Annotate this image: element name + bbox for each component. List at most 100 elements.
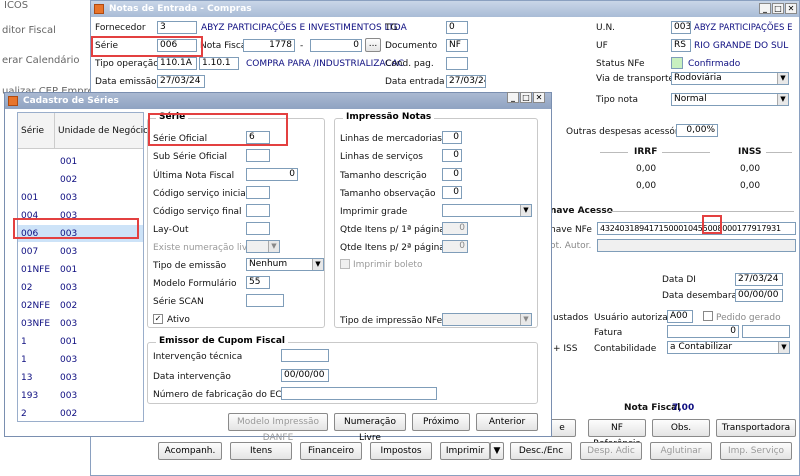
nf-referencia-button[interactable]: NF Referência — [588, 419, 646, 449]
intervencao-field[interactable] — [281, 349, 329, 362]
list-item[interactable]: 2 002 — [18, 405, 143, 422]
maximize-button[interactable]: □ — [772, 3, 784, 14]
tipo-emissao-select[interactable]: Nenhum ▼ — [246, 258, 324, 271]
qtde-itens-2-field: 0 — [442, 240, 468, 253]
layout-label: Lay-Out — [153, 225, 189, 235]
documento-field[interactable]: NF — [446, 39, 468, 52]
serie-scan-field[interactable] — [246, 294, 284, 307]
chevron-down-icon[interactable]: ▼ — [777, 94, 788, 105]
e-button[interactable]: e — [548, 419, 576, 437]
serie-oficial-field[interactable]: 6 — [246, 131, 270, 144]
linhas-mercadorias-field[interactable]: 0 — [442, 131, 462, 144]
chevron-down-icon[interactable]: ▼ — [520, 205, 531, 216]
minimize-button[interactable]: _ — [507, 92, 519, 103]
cod-servico-final-field[interactable] — [246, 204, 270, 217]
data-di-field[interactable]: 27/03/24 — [735, 273, 783, 286]
lookup-button[interactable]: ... — [365, 38, 381, 52]
pedido-gerado-checkbox[interactable] — [703, 311, 713, 321]
uf-code[interactable]: RS — [671, 39, 691, 52]
list-item[interactable]: 02 003 — [18, 279, 143, 296]
inss-line — [766, 152, 792, 153]
layout-field[interactable] — [246, 222, 270, 235]
list-item[interactable]: 13 003 — [18, 369, 143, 386]
data-intervencao-field[interactable]: 00/00/00 — [281, 369, 329, 382]
numeracao-livre-button[interactable]: Numeração Livre — [334, 413, 406, 443]
list-item[interactable]: 02NFE 002 — [18, 297, 143, 314]
list-item[interactable]: 03NFE 003 — [18, 315, 143, 332]
tamanho-observacao-field[interactable]: 0 — [442, 186, 462, 199]
tipo-nota-select[interactable]: Normal ▼ — [671, 93, 789, 106]
list-item[interactable]: 1 003 — [18, 351, 143, 368]
column-unidade-negocio[interactable]: Unidade de Negócio — [58, 126, 149, 136]
linhas-servicos-label: Linhas de serviços — [340, 152, 423, 162]
serie-group-title: Série — [156, 112, 189, 122]
list-item[interactable]: 01NFE 001 — [18, 261, 143, 278]
tamanho-observacao-label: Tamanho observação — [340, 189, 436, 199]
data-desembaraco-field[interactable]: 00/00/00 — [735, 289, 783, 302]
chave-part: 000177917931 — [722, 224, 781, 233]
menu-item[interactable]: erar Calendário — [2, 55, 80, 66]
ativo-checkbox[interactable]: ✓ — [153, 314, 163, 324]
imprimir-button[interactable]: Imprimir — [440, 442, 490, 460]
anterior-button[interactable]: Anterior — [476, 413, 538, 431]
list-item[interactable]: 006 003 — [18, 225, 143, 242]
list-item[interactable]: 1 001 — [18, 333, 143, 350]
via-transporte-select[interactable]: Rodoviária ▼ — [671, 72, 789, 85]
cod-servico-inicial-field[interactable] — [246, 186, 270, 199]
menu-item[interactable]: ICOS — [4, 0, 28, 11]
chevron-down-icon[interactable]: ▼ — [777, 73, 788, 84]
desc-enc-button[interactable]: Desc./Enc — [510, 442, 572, 460]
obs-button[interactable]: Obs. — [652, 419, 710, 437]
list-item[interactable]: 007 003 — [18, 243, 143, 260]
tamanho-descricao-field[interactable]: 0 — [442, 168, 462, 181]
fatura-field[interactable]: 0 — [667, 325, 739, 338]
ultima-nf-field[interactable]: 0 — [246, 168, 298, 181]
app-icon — [94, 4, 104, 14]
tipo-operacao-code[interactable]: 1.10.1 — [199, 57, 239, 70]
unidade-cell: 002 — [60, 175, 78, 185]
num-fabricacao-field[interactable] — [281, 387, 437, 400]
imprimir-dropdown[interactable]: ▼ — [490, 442, 504, 460]
close-button[interactable]: ✕ — [785, 3, 797, 14]
list-item[interactable]: 001 003 — [18, 189, 143, 206]
proximo-button[interactable]: Próximo — [412, 413, 470, 431]
modelo-formulario-field[interactable]: 55 — [246, 276, 270, 289]
serie-field[interactable]: 006 — [157, 39, 197, 52]
column-serie[interactable]: Série — [21, 126, 44, 136]
contabilidade-select[interactable]: a Contabilizar ▼ — [667, 341, 790, 354]
nota-fiscal-seq[interactable]: 0 — [310, 39, 362, 52]
series-list[interactable]: Série Unidade de Negócio 001 002 001 003 004… — [17, 112, 149, 422]
list-item[interactable]: 002 — [18, 171, 143, 188]
sub-serie-field[interactable] — [246, 149, 270, 162]
tipo-operacao-field[interactable]: 110.1A — [157, 57, 197, 70]
data-entrada-field[interactable]: 27/03/24 — [446, 75, 486, 88]
financeiro-button[interactable]: Financeiro — [300, 442, 362, 460]
inss-value: 0,00 — [740, 164, 761, 174]
serie-oficial-label: Série Oficial — [153, 134, 208, 144]
usuario-autorizado-field[interactable]: A00 — [667, 310, 693, 323]
minimize-button[interactable]: _ — [759, 3, 771, 14]
custados-label: ustados — [553, 313, 589, 323]
data-emissao-field[interactable]: 27/03/24 — [157, 75, 205, 88]
fatura-extra[interactable] — [742, 325, 790, 338]
fornecedor-code[interactable]: 3 — [157, 21, 197, 34]
imprimir-grade-select[interactable]: ▼ — [442, 204, 532, 217]
list-item[interactable]: 193 003 — [18, 387, 143, 404]
acompanhamento-button[interactable]: Acompanh. — [158, 442, 222, 460]
menu-item[interactable]: ditor Fiscal — [2, 25, 56, 36]
chave-nfe-field[interactable]: 4324031894171500010455008000177917931 — [597, 222, 796, 235]
list-item[interactable]: 004 003 — [18, 207, 143, 224]
linhas-servicos-field[interactable]: 0 — [442, 149, 462, 162]
maximize-button[interactable]: □ — [520, 92, 532, 103]
cond-pag-field[interactable] — [446, 57, 468, 70]
chevron-down-icon[interactable]: ▼ — [312, 259, 323, 270]
un-code[interactable]: 003 — [671, 21, 691, 34]
chevron-down-icon[interactable]: ▼ — [778, 342, 789, 353]
transportadora-button[interactable]: Transportadora — [716, 419, 796, 437]
tg-field[interactable]: 0 — [446, 21, 468, 34]
cadastro-titlebar: Cadastro de Séries — [5, 93, 551, 109]
close-button[interactable]: ✕ — [533, 92, 545, 103]
outras-despesas-field[interactable]: 0,00% — [676, 124, 718, 137]
nota-fiscal-field[interactable]: 1778 — [243, 39, 295, 52]
list-item[interactable]: 001 — [18, 153, 143, 170]
